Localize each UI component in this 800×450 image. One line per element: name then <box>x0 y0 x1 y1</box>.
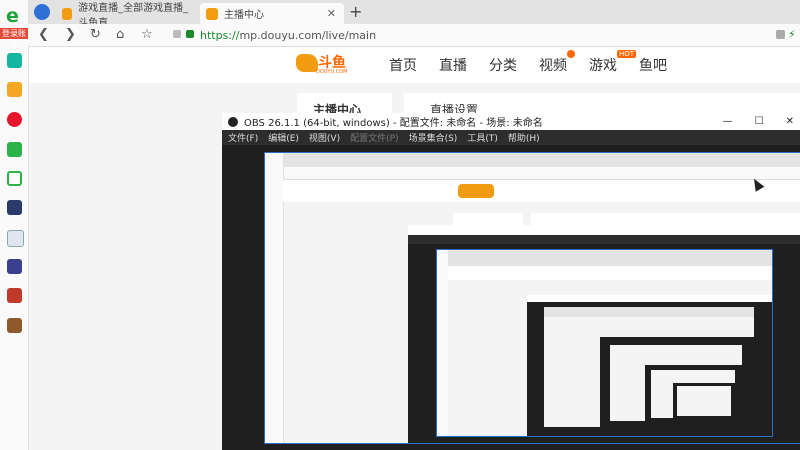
nested6-preview <box>677 386 731 416</box>
game3-icon[interactable] <box>7 288 22 303</box>
obs-menubar: 文件(F) 编辑(E) 视图(V) 配置文件(P) 场景集合(S) 工具(T) … <box>222 130 800 145</box>
cloud-icon[interactable] <box>7 171 22 186</box>
game2-icon[interactable] <box>7 259 22 274</box>
nested-preview <box>436 249 773 437</box>
nested3-chrome <box>544 307 754 317</box>
ie-icon[interactable]: e <box>6 6 19 26</box>
nested2-obs-window <box>527 295 772 436</box>
browser-logo-icon[interactable] <box>34 4 50 20</box>
nested-tabbar <box>265 153 800 167</box>
nested2-obs-titlebar <box>527 295 772 302</box>
nested3-obs-window <box>600 337 754 427</box>
bookmark-button[interactable]: ☆ <box>141 27 153 42</box>
obs-logo-icon <box>228 116 238 127</box>
nav-games[interactable]: 游戏 <box>589 55 617 75</box>
weibo-icon[interactable] <box>7 112 22 127</box>
nav-home[interactable]: 首页 <box>389 55 417 75</box>
tab-douyu-games[interactable]: 游戏直播_全部游戏直播_斗鱼直 <box>56 3 196 29</box>
mail-icon[interactable] <box>7 142 22 157</box>
login-badge[interactable]: 登录账号 <box>0 28 28 49</box>
nested-obs-titlebar <box>408 225 800 235</box>
obs-titlebar[interactable]: OBS 26.1.1 (64-bit, windows) - 配置文件: 未命名… <box>222 113 800 130</box>
plus-icon[interactable] <box>7 53 22 68</box>
menu-help[interactable]: 帮助(H) <box>508 131 540 144</box>
nested5-obs-window <box>673 383 735 418</box>
address-bar[interactable]: https://mp.douyu.com/live/main <box>200 27 770 43</box>
nested3-preview <box>544 307 754 427</box>
url-scheme: https:// <box>200 28 240 42</box>
new-tab-button[interactable]: + <box>349 2 362 21</box>
reload-button[interactable]: ↻ <box>90 27 101 42</box>
nested2-chrome <box>437 250 772 266</box>
menu-view[interactable]: 视图(V) <box>309 131 340 144</box>
tab-title: 主播中心 <box>224 10 264 21</box>
game-icon[interactable] <box>7 200 22 215</box>
hot-badge: HOT <box>617 50 637 58</box>
close-button[interactable]: ✕ <box>786 116 794 127</box>
nav-bar: ❮ ❯ ↻ ⌂ ☆ https://mp.douyu.com/live/main… <box>28 24 800 47</box>
douyu-favicon-icon <box>206 7 218 20</box>
douyu-logo[interactable]: 斗鱼 DOUYU.COM <box>296 52 352 76</box>
obs-title: OBS 26.1.1 (64-bit, windows) - 配置文件: 未命名… <box>244 118 543 129</box>
nested-navbar <box>265 167 800 180</box>
logo-sub: DOUYU.COM <box>316 69 348 75</box>
back-button[interactable]: ❮ <box>38 27 49 42</box>
menu-tools[interactable]: 工具(T) <box>467 131 498 144</box>
obs-preview[interactable] <box>264 152 800 444</box>
nested-obs-menubar <box>408 235 800 244</box>
lock-icon <box>186 30 194 38</box>
nav-fishbar[interactable]: 鱼吧 <box>639 55 667 75</box>
extension-icon[interactable] <box>776 30 785 39</box>
nav-live[interactable]: 直播 <box>439 55 467 75</box>
nested4-preview <box>610 345 742 421</box>
forward-button[interactable]: ❯ <box>65 27 76 42</box>
menu-edit[interactable]: 编辑(E) <box>268 131 299 144</box>
menu-scene-collection[interactable]: 场景集合(S) <box>409 131 458 144</box>
menu-file[interactable]: 文件(F) <box>228 131 258 144</box>
douyu-favicon-icon <box>62 7 73 20</box>
accelerate-icon[interactable]: ⚡ <box>788 28 796 41</box>
fish-icon <box>296 54 318 72</box>
url-rest: mp.douyu.com/live/main <box>239 28 377 42</box>
close-tab-icon[interactable]: ✕ <box>327 7 336 20</box>
page-info-icon[interactable] <box>173 30 181 38</box>
nested-obs-window <box>408 225 800 443</box>
nested-sidebar <box>265 153 284 443</box>
minimize-button[interactable]: — <box>723 116 733 127</box>
tab-streamer-center[interactable]: 主播中心 ✕ <box>200 3 344 24</box>
nested-header <box>283 180 800 202</box>
game4-icon[interactable] <box>7 318 22 333</box>
nested5-preview <box>651 370 735 418</box>
nested2-sidebar <box>437 250 448 436</box>
nav-category[interactable]: 分类 <box>489 55 517 75</box>
home-button[interactable]: ⌂ <box>116 27 124 42</box>
nav-video[interactable]: 视频 <box>539 55 567 75</box>
doc-icon[interactable] <box>7 230 24 247</box>
new-dot-icon <box>567 50 575 58</box>
nested-logo <box>458 184 494 198</box>
nested2-header <box>448 266 772 280</box>
star-icon[interactable] <box>7 82 22 97</box>
menu-profile[interactable]: 配置文件(P) <box>350 131 398 144</box>
maximize-button[interactable]: ☐ <box>755 116 764 127</box>
nested4-obs-window <box>645 365 742 421</box>
